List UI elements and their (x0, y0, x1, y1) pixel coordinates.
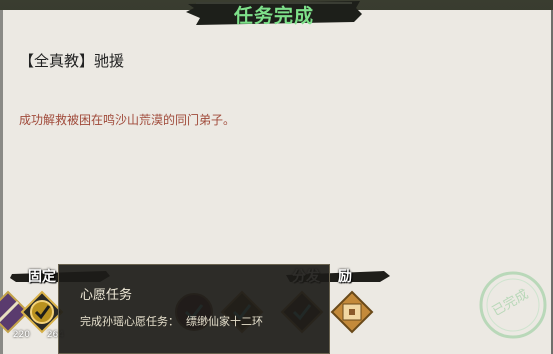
window-title: 任务完成 (233, 5, 314, 27)
tooltip-description: 完成孙瑶心愿任务： 缥缈仙家十二环 (80, 315, 263, 328)
quest-tooltip: 心愿任务 完成孙瑶心愿任务： 缥缈仙家十二环 (58, 264, 330, 354)
reward-item[interactable] (330, 290, 374, 334)
title-banner: 任务完成 (186, 0, 362, 27)
tooltip-title: 心愿任务 (80, 288, 133, 303)
fixed-reward-label-text: 固定 (28, 269, 56, 285)
scroll-book-item-icon (330, 290, 374, 334)
split-reward-label-end: 励 (338, 269, 352, 285)
quest-description: 成功解救被困在鸣沙山荒漠的同门弟子。 (19, 113, 236, 127)
quest-name: 【全真教】驰援 (19, 52, 125, 70)
